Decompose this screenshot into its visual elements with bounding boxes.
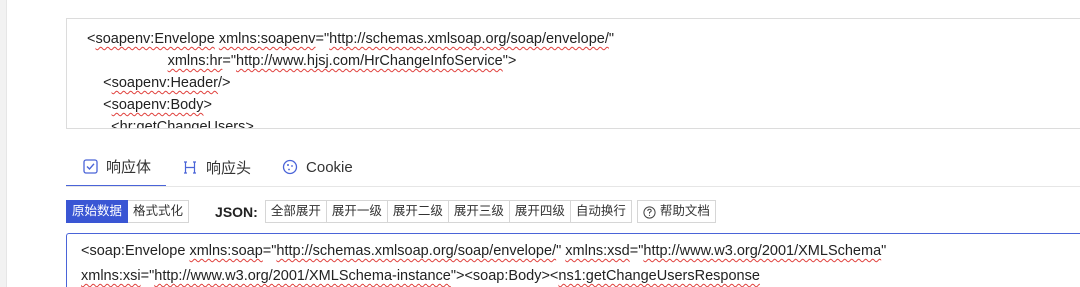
spellcheck-token: xmlns:soap [189, 243, 263, 259]
code-token: < [87, 75, 112, 91]
tab-label: 响应头 [206, 159, 252, 177]
code-token: > [203, 97, 212, 113]
spellcheck-token: soapenv:Body [111, 97, 204, 113]
code-token: =" [262, 243, 277, 259]
help-circle-icon [643, 205, 656, 219]
view-mode-group: 原始数据 格式式化 [66, 200, 190, 223]
checkbox-icon [82, 158, 98, 174]
spellcheck-token: soapenv:Header [111, 75, 219, 91]
spellcheck-token: soapenv:Envelope [95, 31, 215, 47]
request-body-editor[interactable]: <soapenv:Envelope xmlns:soapenv="http://… [66, 18, 1080, 129]
code-token: < [87, 97, 112, 113]
json-label: JSON: [215, 203, 258, 220]
spellcheck-token: http://www.hjsj.com/HrChangeInfoService [236, 53, 503, 69]
watermark-text: 先知社区 [1009, 265, 1070, 282]
code-token: "><soap:Body>< [450, 268, 559, 284]
spellcheck-token: http://schemas.xmlsoap.org/soap/envelope… [329, 31, 609, 47]
spellcheck-token: xmlns:xsi [81, 268, 141, 284]
spellcheck-token: ns1:getChangeUsersResponse [558, 268, 760, 284]
tab-response-body[interactable]: 响应体 [66, 147, 167, 187]
tabs-divider [66, 186, 1080, 187]
code-line: <soapenv:Body> [87, 94, 1080, 116]
header-h-icon [182, 159, 198, 175]
expand-level-3-button[interactable]: 展开三级 [448, 200, 510, 223]
help-docs-label: 帮助文档 [659, 204, 710, 218]
tab-label: 响应体 [106, 158, 152, 176]
code-token: " [608, 31, 615, 47]
code-token: =" [222, 53, 236, 69]
help-docs-button[interactable]: 帮助文档 [636, 200, 716, 223]
spellcheck-token: http://schemas.xmlsoap.org/soap/envelope… [276, 243, 557, 259]
response-body-editor[interactable]: <soap:Envelope xmlns:soap="http://schema… [66, 233, 1080, 287]
spellcheck-token: http://www.w3.org/2001/XMLSchema-instanc… [154, 268, 451, 284]
tab-response-headers[interactable]: 响应头 [166, 147, 266, 187]
code-token: =" [315, 31, 330, 47]
tab-cookie[interactable]: Cookie [266, 147, 368, 187]
code-line: <hr:getChangeUsers> [87, 116, 1080, 129]
spellcheck-token: xmlns:xsd [565, 243, 630, 259]
expand-level-2-button[interactable]: 展开二级 [387, 200, 449, 223]
watermark: 先知社区 [988, 262, 1070, 283]
watermark-logo-icon [989, 264, 1005, 280]
spellcheck-token: http://www.w3.org/2001/XMLSchema [643, 243, 882, 259]
code-token: < [87, 119, 120, 129]
code-token: " [556, 243, 566, 259]
code-line: <soap:Envelope xmlns:soap="http://schema… [81, 239, 1080, 264]
code-token: =" [140, 268, 155, 284]
auto-wrap-button[interactable]: 自动换行 [570, 200, 632, 223]
code-line: xmlns:hr="http://www.hjsj.com/HrChangeIn… [87, 50, 1080, 72]
code-line: <soapenv:Header/> [87, 72, 1080, 94]
response-tabs: 响应体 响应头 Cookie [66, 147, 368, 187]
cookie-icon [282, 159, 298, 175]
tab-label: Cookie [306, 158, 353, 176]
raw-data-button[interactable]: 原始数据 [66, 200, 129, 223]
code-line: <soapenv:Envelope xmlns:soapenv="http://… [87, 28, 1080, 50]
code-token: =" [629, 243, 644, 259]
code-token: " [881, 243, 887, 259]
formatted-button[interactable]: 格式式化 [128, 200, 190, 223]
code-token: <soap:Envelope [81, 243, 190, 259]
code-token: "> [502, 53, 517, 69]
expand-button-group: 全部展开 展开一级 展开二级 展开三级 展开四级 自动换行 [264, 200, 632, 223]
code-token: > [245, 119, 254, 129]
spellcheck-token: hr:getChangeUsers [119, 119, 246, 129]
expand-all-button[interactable]: 全部展开 [264, 200, 327, 223]
response-toolbar: 原始数据 格式式化 JSON: 全部展开 展开一级 展开二级 展开三级 展开四级… [66, 199, 716, 224]
expand-level-1-button[interactable]: 展开一级 [326, 200, 388, 223]
spellcheck-token: xmlns:soapenv [218, 31, 316, 47]
spellcheck-token: xmlns:hr [167, 53, 223, 69]
code-token: /> [218, 75, 231, 91]
code-line: xmlns:xsi="http://www.w3.org/2001/XMLSch… [81, 264, 1080, 287]
expand-level-4-button[interactable]: 展开四级 [509, 200, 571, 223]
